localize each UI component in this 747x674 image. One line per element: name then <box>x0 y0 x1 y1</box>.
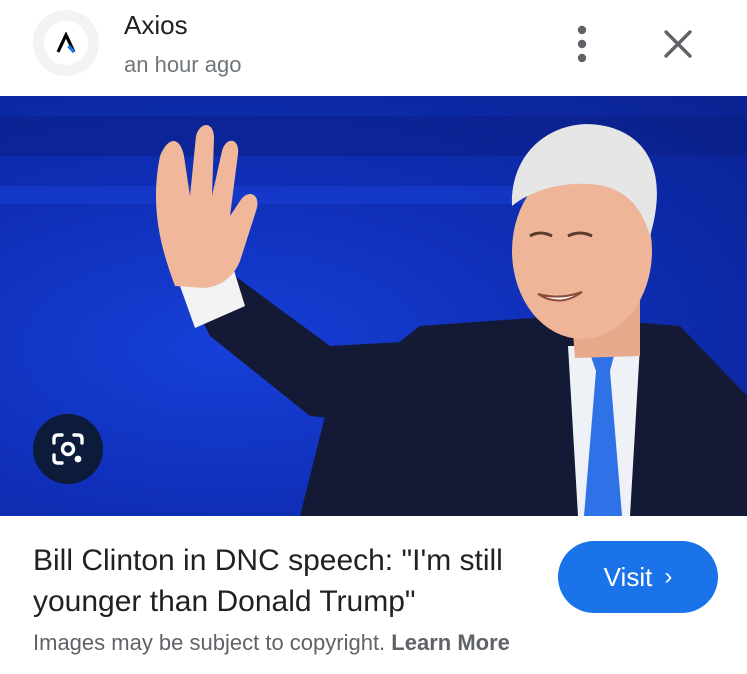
copyright-text: Images may be subject to copyright. <box>33 630 386 655</box>
google-lens-button[interactable] <box>33 414 103 484</box>
more-vert-icon <box>577 25 587 63</box>
axios-logo-icon <box>44 21 88 65</box>
more-options-button[interactable] <box>562 22 602 66</box>
result-header: Axios an hour ago <box>0 0 747 96</box>
source-logo <box>33 10 99 76</box>
chevron-right-icon: › <box>664 563 673 590</box>
photo-illustration <box>0 116 747 516</box>
article-image[interactable] <box>0 96 747 516</box>
learn-more-link[interactable]: Learn More <box>391 630 510 655</box>
visit-button[interactable]: Visit › <box>558 541 718 613</box>
article-title[interactable]: Bill Clinton in DNC speech: "I'm still y… <box>33 540 533 622</box>
publish-time: an hour ago <box>124 52 242 77</box>
copyright-notice: Images may be subject to copyright. Lear… <box>33 630 510 656</box>
source-name[interactable]: Axios <box>124 10 188 41</box>
lens-icon <box>52 433 84 465</box>
close-button[interactable] <box>656 22 700 66</box>
visit-label: Visit <box>603 561 653 592</box>
close-icon <box>664 30 692 58</box>
